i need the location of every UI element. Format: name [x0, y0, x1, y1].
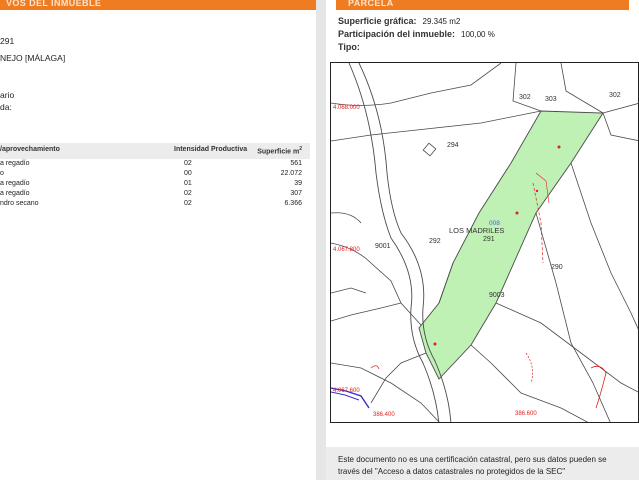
parcel-290-label: 290	[551, 264, 563, 271]
field-owner-label: ario	[0, 90, 15, 100]
section-header-bar: PARCELA	[336, 0, 629, 10]
coord-label: 386.600	[515, 411, 537, 417]
table-row: a regadío 02 561	[0, 159, 310, 169]
participation-value: 100,00 %	[461, 30, 495, 39]
road-9003-label: 9003	[489, 292, 505, 299]
type-label: Tipo:	[338, 42, 360, 52]
row-use: o	[0, 170, 4, 177]
field-label: da:	[0, 102, 12, 112]
building-square	[422, 142, 437, 157]
row-area: 561	[290, 160, 302, 167]
table-row: a regadío 02 307	[0, 189, 310, 199]
row-area: 22.072	[280, 170, 302, 177]
row-use: a regadío	[0, 190, 30, 197]
row-intensity: 02	[184, 190, 192, 197]
right-document-page: PARCELA Superficie gráfica: 29.345 m2 Par…	[326, 0, 639, 480]
stream-line	[370, 365, 380, 370]
disclaimer-line-2: través del "Acceso a datos catastrales n…	[338, 467, 566, 476]
area-unit-sup: 2	[299, 146, 302, 152]
row-intensity: 02	[184, 160, 192, 167]
place-name-label: LOS MADRILES	[449, 226, 504, 235]
row-intensity: 02	[184, 200, 192, 207]
row-intensity: 01	[184, 180, 192, 187]
table-row: ndro secano 02 6.366	[0, 199, 310, 209]
highlight-code-label: 008	[489, 220, 500, 227]
disclaimer-box: Este documento no es una certificación c…	[326, 447, 639, 480]
table-row: a regadío 01 39	[0, 179, 310, 189]
parcel-302-label: 302	[519, 94, 531, 101]
row-use: a regadío	[0, 160, 30, 167]
map-svg: 302 303 302 294 292 291 290 9001 9003 LO…	[331, 63, 638, 422]
participation-label: Participación del inmueble:	[338, 29, 456, 39]
type-line: Tipo:	[338, 42, 360, 52]
table-row: o 00 22.072	[0, 169, 310, 179]
row-use: ndro secano	[0, 200, 39, 207]
surface-label: Superficie gráfica:	[338, 16, 417, 26]
surface-value: 29.345 m2	[422, 17, 461, 26]
section-title: VOS DEL INMUEBLE	[6, 0, 102, 8]
road-9001-label: 9001	[375, 243, 391, 250]
col-header-area-text: Superficie m	[257, 148, 300, 156]
row-area: 307	[290, 190, 302, 197]
table-header: /aprovechamiento Intensidad Productiva S…	[0, 143, 310, 159]
row-area: 39	[294, 180, 302, 187]
stream-line	[590, 365, 607, 409]
cadastral-reference: 291	[0, 36, 15, 46]
parcel-302b-label: 302	[609, 92, 621, 99]
highlighted-parcel	[418, 110, 604, 380]
row-use: a regadío	[0, 180, 30, 187]
page-gutter	[316, 0, 326, 480]
coord-label: 4.068.000	[333, 105, 360, 111]
col-header-intensity: Intensidad Productiva	[174, 146, 248, 153]
col-header-area: Superficie m2	[257, 146, 302, 155]
crops-table: /aprovechamiento Intensidad Productiva S…	[0, 143, 310, 209]
left-document-page: VOS DEL INMUEBLE 291 NEJO [MÁLAGA] ario …	[0, 0, 316, 480]
parcel-291-label: 291	[483, 236, 495, 243]
location-line: NEJO [MÁLAGA]	[0, 53, 66, 63]
participation-line: Participación del inmueble: 100,00 %	[338, 29, 495, 39]
parcel-303-label: 303	[545, 96, 557, 103]
stream-line	[525, 352, 533, 384]
section-title: PARCELA	[348, 0, 394, 8]
coord-label: 4.067.600	[333, 388, 360, 394]
row-area: 6.366	[284, 200, 302, 207]
surface-line: Superficie gráfica: 29.345 m2	[338, 16, 460, 26]
row-intensity: 00	[184, 170, 192, 177]
col-header-use: /aprovechamiento	[0, 146, 60, 153]
parcel-292-label: 292	[429, 238, 441, 245]
cadastral-map: 302 303 302 294 292 291 290 9001 9003 LO…	[330, 62, 639, 423]
parcel-294-label: 294	[447, 142, 459, 149]
coord-label: 386.400	[373, 412, 395, 418]
section-header-bar: VOS DEL INMUEBLE	[0, 0, 316, 10]
disclaimer-line-1: Este documento no es una certificación c…	[338, 455, 607, 464]
coord-label: 4.067.800	[333, 247, 360, 253]
